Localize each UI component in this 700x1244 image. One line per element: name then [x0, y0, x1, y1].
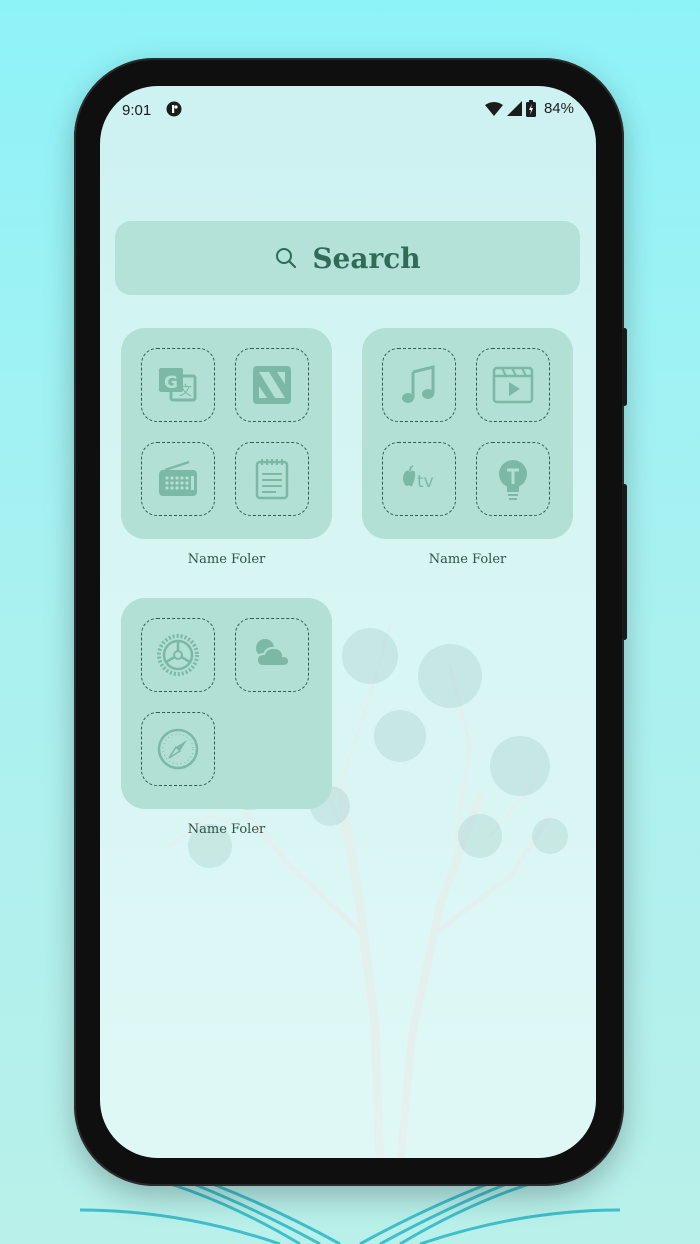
- status-time: 9:01: [122, 102, 152, 119]
- clips-icon: [492, 366, 534, 404]
- app-tips[interactable]: [476, 442, 550, 516]
- app-settings[interactable]: [141, 618, 215, 692]
- apple-tv-icon: tv: [403, 465, 434, 492]
- status-bar: 9:01 84%: [100, 86, 596, 136]
- folder-2[interactable]: tv: [362, 328, 573, 539]
- battery-icon: [525, 100, 536, 117]
- wifi-icon: [484, 101, 503, 116]
- radio-icon: [159, 460, 197, 496]
- folder-3[interactable]: [121, 598, 332, 809]
- svg-text:tv: tv: [417, 472, 434, 492]
- power-button: [622, 328, 627, 406]
- search-label: Search: [312, 241, 421, 275]
- news-icon: [253, 366, 291, 404]
- app-safari[interactable]: [141, 712, 215, 786]
- folder-1[interactable]: G 文: [121, 328, 332, 539]
- app-weather[interactable]: [235, 618, 309, 692]
- tips-icon: [499, 460, 527, 500]
- translate-icon: G 文: [159, 368, 197, 402]
- app-radio[interactable]: [141, 442, 215, 516]
- folder-3-name: Name Foler: [187, 822, 266, 837]
- app-news[interactable]: [235, 348, 309, 422]
- app-clips[interactable]: [476, 348, 550, 422]
- notes-icon: [255, 459, 289, 500]
- music-icon: [402, 365, 435, 403]
- weather-icon: [255, 639, 291, 667]
- settings-icon: [157, 634, 199, 676]
- search-bar[interactable]: Search: [115, 221, 580, 295]
- folder-1-name: Name Foler: [187, 552, 266, 567]
- svg-text:G: G: [164, 373, 178, 393]
- safari-compass-icon: [157, 728, 199, 770]
- volume-button: [622, 484, 627, 640]
- folder-2-name: Name Foler: [428, 552, 507, 567]
- app-translate[interactable]: G 文: [141, 348, 215, 422]
- app-notes[interactable]: [235, 442, 309, 516]
- svg-text:文: 文: [179, 384, 192, 399]
- battery-percent: 84%: [543, 100, 574, 117]
- app-music[interactable]: [382, 348, 456, 422]
- search-icon: [276, 248, 297, 269]
- signal-icon: [506, 101, 522, 116]
- phone-screen: 9:01 84% Search G 文 Name Foler tv Name F…: [100, 86, 596, 1158]
- app-notification-icon: [166, 101, 182, 117]
- app-apple-tv[interactable]: tv: [382, 442, 456, 516]
